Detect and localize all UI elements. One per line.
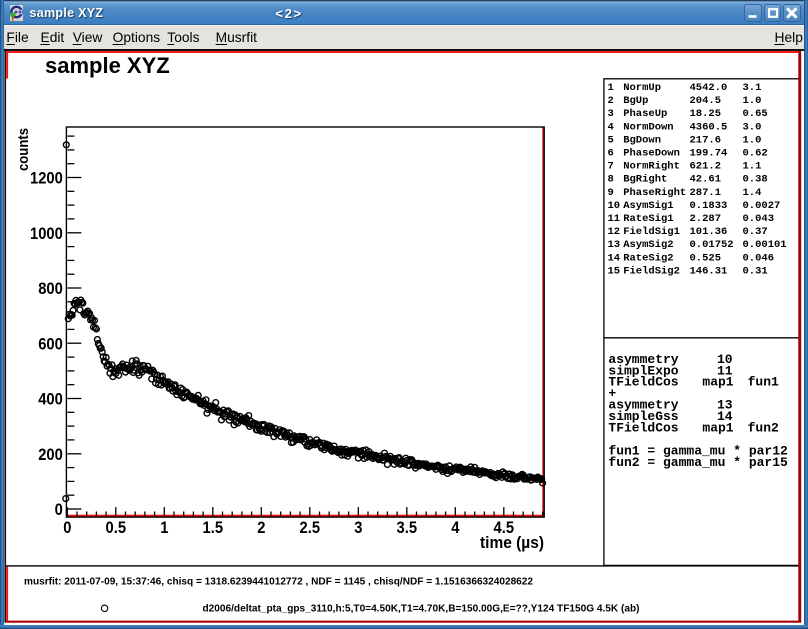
svg-text:4: 4	[608, 121, 614, 133]
svg-text:fun2: fun2	[748, 420, 779, 435]
svg-text:1.4: 1.4	[743, 187, 762, 199]
svg-text:AsymSig1: AsymSig1	[623, 200, 673, 212]
svg-text:NormDown: NormDown	[623, 121, 673, 133]
svg-text:6: 6	[608, 148, 614, 160]
svg-text:0.65: 0.65	[743, 108, 768, 120]
svg-text:1200: 1200	[30, 169, 63, 188]
svg-text:1.5: 1.5	[203, 518, 224, 537]
svg-text:0.38: 0.38	[743, 174, 768, 186]
svg-text:0: 0	[63, 518, 71, 537]
svg-text:AsymSig2: AsymSig2	[623, 239, 673, 251]
svg-text:1000: 1000	[30, 224, 63, 243]
svg-text:TFieldCos: TFieldCos	[608, 420, 678, 435]
svg-text:0.0027: 0.0027	[743, 200, 781, 212]
svg-text:time (µs): time (µs)	[480, 533, 544, 552]
svg-text:200: 200	[38, 445, 63, 464]
svg-text:RateSig1: RateSig1	[623, 213, 673, 225]
svg-text:2.287: 2.287	[690, 213, 722, 225]
svg-text:0.01752: 0.01752	[690, 239, 734, 251]
svg-text:1: 1	[160, 518, 168, 537]
svg-text:counts: counts	[15, 128, 32, 171]
svg-text:3.1: 3.1	[743, 82, 762, 94]
svg-text:0.1833: 0.1833	[690, 200, 728, 212]
svg-text:map1: map1	[702, 420, 733, 435]
svg-text:BgRight: BgRight	[623, 174, 667, 186]
svg-text:9: 9	[608, 187, 614, 199]
svg-text:0: 0	[55, 500, 63, 519]
svg-text:BgDown: BgDown	[623, 134, 661, 146]
svg-text:287.1: 287.1	[690, 187, 722, 199]
svg-text:199.74: 199.74	[690, 148, 728, 160]
svg-text:4360.5: 4360.5	[690, 121, 728, 133]
svg-text:BgUp: BgUp	[623, 95, 648, 107]
svg-text:NormUp: NormUp	[623, 82, 661, 94]
svg-text:1.0: 1.0	[743, 134, 762, 146]
svg-text:5: 5	[608, 134, 614, 146]
svg-text:TFieldCos: TFieldCos	[608, 375, 678, 390]
svg-text:42.61: 42.61	[690, 174, 722, 186]
svg-text:7: 7	[608, 161, 614, 173]
svg-text:d2006/deltat_pta_gps_3110,h:5,: d2006/deltat_pta_gps_3110,h:5,T0=4.50K,T…	[203, 603, 640, 614]
svg-text:1: 1	[608, 82, 614, 94]
svg-text:fun1: fun1	[748, 375, 779, 390]
svg-text:621.2: 621.2	[690, 161, 722, 173]
svg-text:PhaseDown: PhaseDown	[623, 148, 680, 160]
svg-text:0.31: 0.31	[743, 265, 768, 277]
svg-text:fun2 = gamma_mu * par15: fun2 = gamma_mu * par15	[608, 455, 788, 470]
svg-text:2: 2	[257, 518, 265, 537]
svg-text:0.5: 0.5	[106, 518, 127, 537]
svg-text:3.5: 3.5	[397, 518, 418, 537]
svg-text:146.31: 146.31	[690, 265, 728, 277]
svg-text:FieldSig1: FieldSig1	[623, 226, 680, 238]
svg-text:NormRight: NormRight	[623, 161, 680, 173]
svg-text:3: 3	[608, 108, 614, 120]
svg-text:map1: map1	[702, 375, 733, 390]
svg-text:12: 12	[608, 226, 621, 238]
svg-text:600: 600	[38, 334, 63, 353]
svg-text:FieldSig2: FieldSig2	[623, 265, 680, 277]
svg-text:4542.0: 4542.0	[690, 82, 728, 94]
svg-text:1.0: 1.0	[743, 95, 762, 107]
svg-text:4: 4	[451, 518, 460, 537]
svg-text:0.37: 0.37	[743, 226, 768, 238]
svg-text:18.25: 18.25	[690, 108, 722, 120]
svg-text:3: 3	[354, 518, 362, 537]
svg-text:800: 800	[38, 279, 63, 298]
svg-text:2.5: 2.5	[300, 518, 321, 537]
svg-text:RateSig2: RateSig2	[623, 252, 673, 264]
svg-text:101.36: 101.36	[690, 226, 728, 238]
svg-text:11: 11	[608, 213, 621, 225]
svg-text:204.5: 204.5	[690, 95, 722, 107]
svg-text:217.6: 217.6	[690, 134, 722, 146]
svg-text:PhaseUp: PhaseUp	[623, 108, 667, 120]
svg-text:musrfit: 2011-07-09, 15:37:46,: musrfit: 2011-07-09, 15:37:46, chisq = 1…	[24, 576, 534, 587]
svg-text:400: 400	[38, 390, 63, 409]
svg-text:0.046: 0.046	[743, 252, 775, 264]
svg-text:15: 15	[608, 265, 621, 277]
svg-text:sample XYZ: sample XYZ	[45, 53, 170, 78]
svg-text:1.1: 1.1	[743, 161, 762, 173]
svg-text:2: 2	[608, 95, 614, 107]
svg-text:3.0: 3.0	[743, 121, 762, 133]
svg-text:13: 13	[608, 239, 621, 251]
svg-text:0.043: 0.043	[743, 213, 775, 225]
svg-text:10: 10	[608, 200, 621, 212]
svg-text:8: 8	[608, 174, 614, 186]
svg-text:PhaseRight: PhaseRight	[623, 187, 686, 199]
svg-text:0.00101: 0.00101	[743, 239, 787, 251]
svg-text:0.525: 0.525	[690, 252, 722, 264]
svg-text:14: 14	[608, 252, 621, 264]
svg-text:0.62: 0.62	[743, 148, 768, 160]
